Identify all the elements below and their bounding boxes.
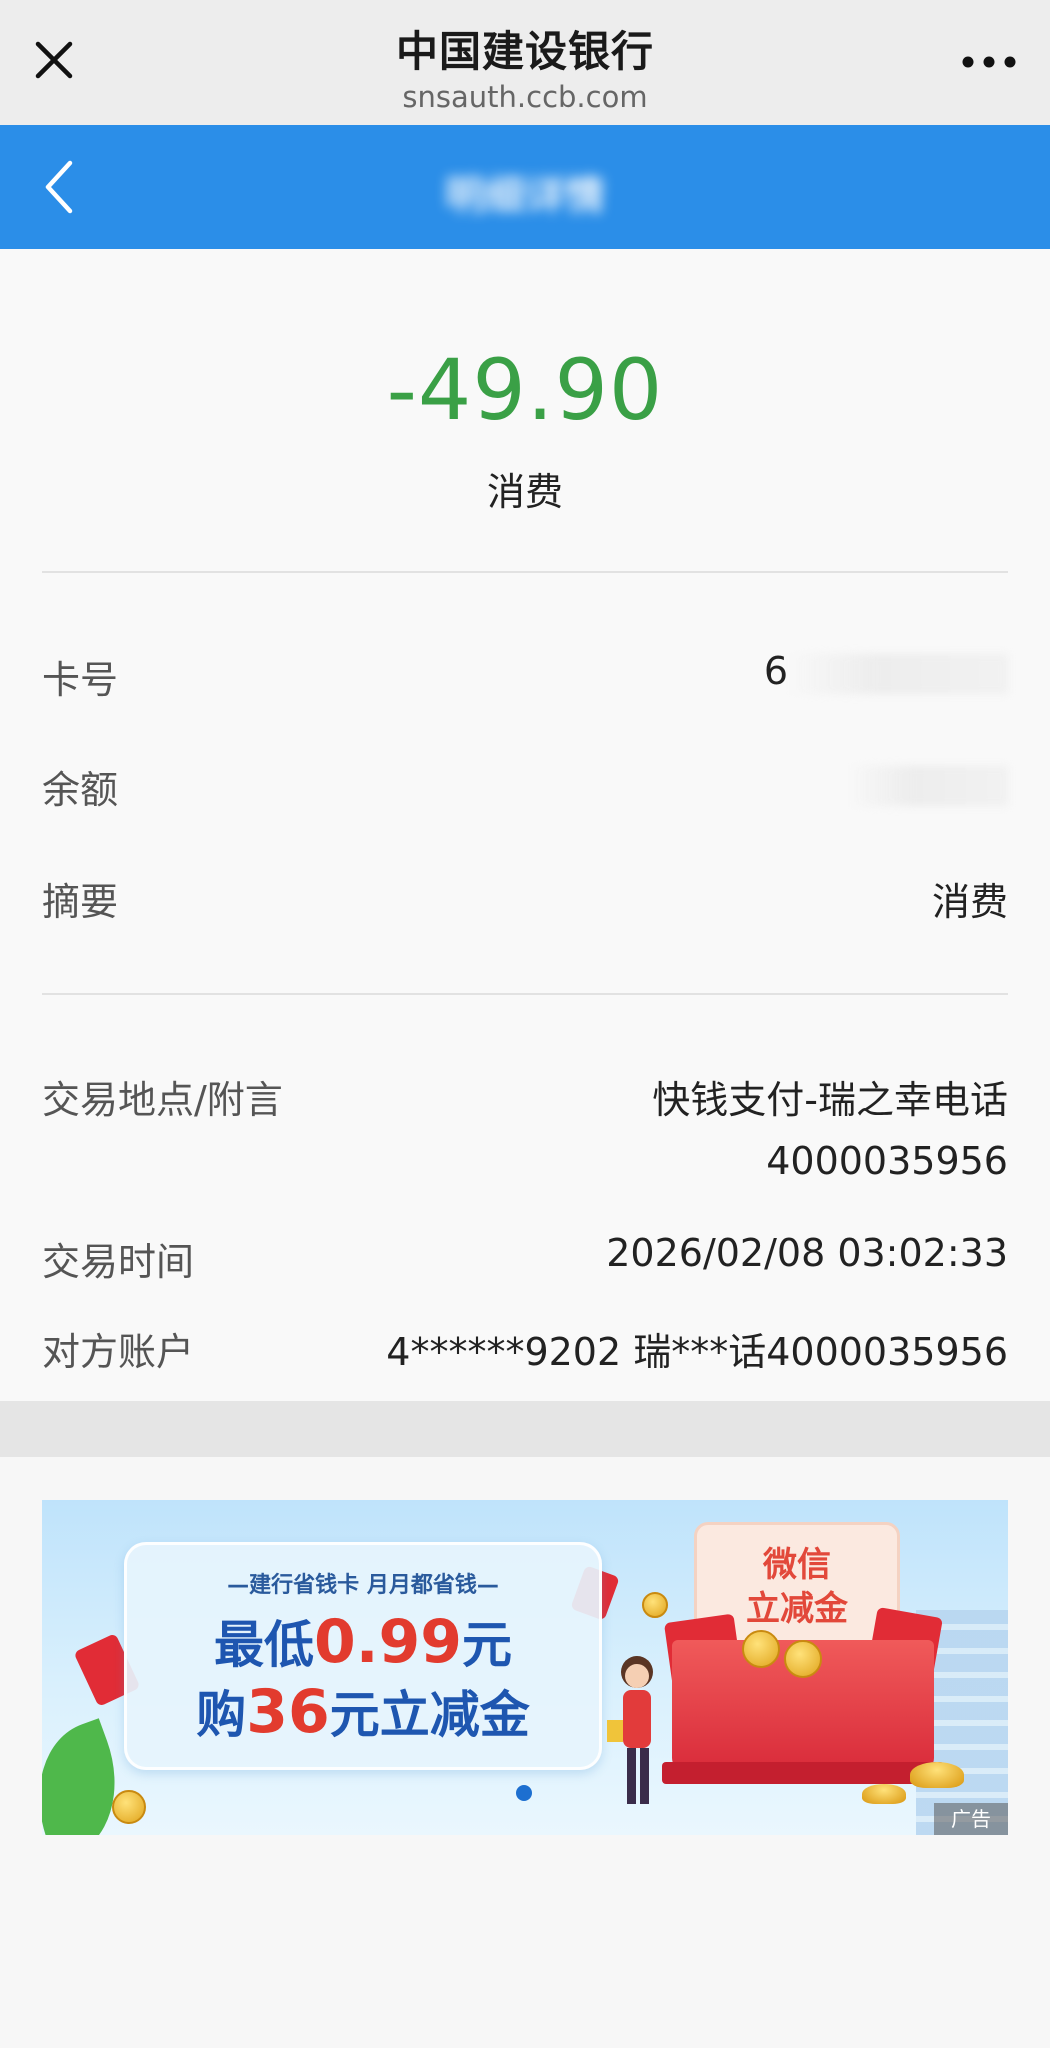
balance-label: 余额	[42, 768, 119, 812]
transaction-amount: -49.90	[386, 341, 664, 439]
more-button[interactable]	[954, 40, 1024, 80]
counterparty-label: 对方账户	[42, 1330, 195, 1374]
ad-banner[interactable]: —建行省钱卡 月月都省钱— 最低0.99元 购36元立减金 微信 立减金 广告	[42, 1500, 1008, 1835]
time-label: 交易时间	[42, 1240, 195, 1284]
counterparty-value: 4******9202 瑞***话4000035956	[386, 1330, 1008, 1374]
ad-section: —建行省钱卡 月月都省钱— 最低0.99元 购36元立减金 微信 立减金 广告	[0, 1457, 1050, 2048]
ad-headline-2-prefix: 购	[196, 1686, 247, 1744]
coin-icon	[642, 1592, 668, 1618]
card-number-label: 卡号	[42, 658, 119, 702]
page-header: 明细详情	[0, 125, 1050, 249]
ad-text-panel: —建行省钱卡 月月都省钱— 最低0.99元 购36元立减金	[124, 1542, 602, 1770]
card-number-value: 6	[764, 649, 1008, 694]
site-title: 中国建设银行	[395, 27, 654, 76]
site-url: snsauth.ccb.com	[402, 80, 648, 114]
ad-subtitle: —建行省钱卡 月月都省钱—	[227, 1573, 499, 1598]
coin-icon	[112, 1790, 146, 1824]
divider	[42, 993, 1008, 995]
transaction-detail-card: -49.90 消费 卡号 6 余额 摘要 消费 交易地点/附言 快钱支付-瑞之幸…	[0, 249, 1050, 1401]
ad-headline-1-prefix: 最低	[213, 1616, 314, 1674]
location-label: 交易地点/附言	[42, 1078, 283, 1122]
location-value-line1: 快钱支付-瑞之幸电话	[652, 1078, 1008, 1122]
ad-label: 广告	[934, 1803, 1008, 1835]
section-gap	[0, 1401, 1050, 1457]
more-icon	[962, 56, 1016, 68]
carousel-dot[interactable]	[516, 1785, 532, 1801]
card-number-redaction	[788, 653, 1008, 694]
ad-headline-1-price: 0.99	[313, 1607, 463, 1677]
wechat-coupon-line1: 微信	[763, 1545, 831, 1585]
transaction-type: 消费	[486, 470, 563, 514]
balance-redaction	[848, 765, 1008, 806]
location-value-line2: 4000035956	[766, 1139, 1008, 1183]
ad-headline-2-suffix: 元立减金	[329, 1686, 530, 1744]
coin-icon	[742, 1630, 780, 1668]
ad-headline-2-amount: 36	[246, 1677, 330, 1747]
time-value: 2026/02/08 03:02:33	[606, 1231, 1008, 1275]
ad-headline-1: 最低0.99元	[127, 1605, 599, 1677]
card-number-visible: 6	[763, 649, 788, 693]
balance-value	[848, 761, 1008, 806]
ad-headline-1-suffix: 元	[462, 1616, 513, 1674]
divider	[42, 571, 1008, 573]
summary-value: 消费	[931, 880, 1008, 924]
summary-label: 摘要	[42, 880, 119, 924]
coin-icon	[784, 1640, 822, 1678]
gold-ingot-icon	[862, 1784, 906, 1804]
ad-headline-2: 购36元立减金	[127, 1675, 599, 1747]
browser-top-bar: 中国建设银行 snsauth.ccb.com	[0, 0, 1050, 125]
shopper-figure	[607, 1656, 653, 1804]
gold-ingot-icon	[910, 1762, 964, 1788]
gift-box-rim	[662, 1762, 944, 1784]
page-title: 明细详情	[445, 173, 605, 219]
